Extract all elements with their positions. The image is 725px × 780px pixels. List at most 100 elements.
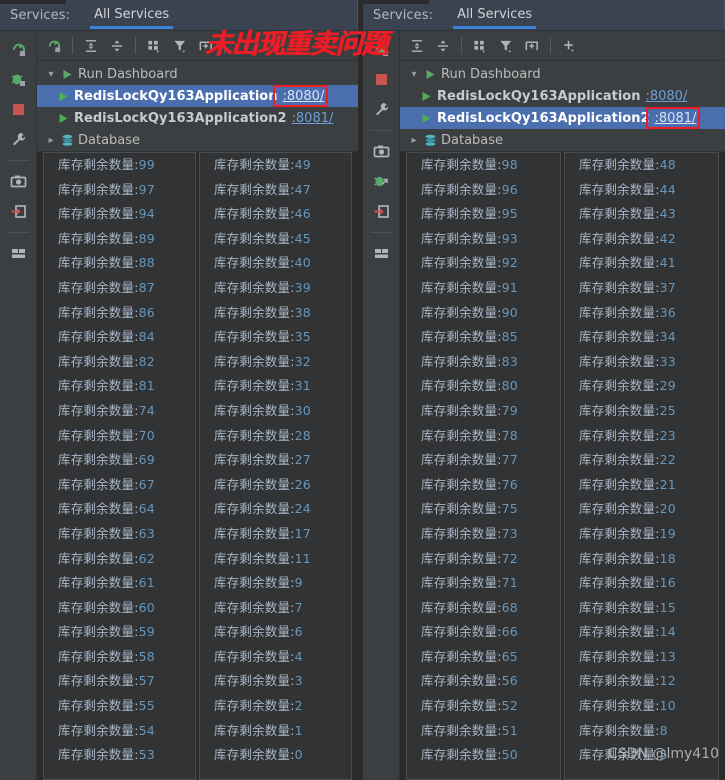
tree-node-database[interactable]: ▸ Database <box>400 129 725 151</box>
chevron-down-icon[interactable]: ▾ <box>43 69 59 80</box>
services-panel-left: Services: All Services ▾ Run Dashboard R… <box>0 0 358 780</box>
tab-all-services[interactable]: All Services <box>453 1 537 29</box>
log-line: 库存剩余数量:3 <box>200 669 351 694</box>
tree-node-application-2[interactable]: RedisLockQy163Application2 :8081/ <box>400 106 725 129</box>
log-line: 库存剩余数量:59 <box>44 620 195 645</box>
log-value: 51 <box>501 722 518 738</box>
log-line: 库存剩余数量:71 <box>407 571 560 596</box>
group-by-icon[interactable] <box>467 33 493 59</box>
stop-icon[interactable] <box>3 95 33 124</box>
log-prefix: 库存剩余数量 <box>421 181 498 197</box>
rail-divider <box>6 160 30 161</box>
expand-all-icon[interactable] <box>404 33 430 59</box>
stop-icon[interactable] <box>366 65 396 94</box>
log-line: 库存剩余数量:66 <box>407 620 560 645</box>
application-port-link[interactable]: :8080/ <box>282 89 324 104</box>
panel-content-right: ▾ Run Dashboard RedisLockQy163Applicatio… <box>400 31 725 780</box>
log-value: 25 <box>659 402 676 418</box>
log-value: 89 <box>138 230 155 246</box>
log-value: 60 <box>138 599 155 615</box>
log-value: 57 <box>138 673 155 689</box>
tree-node-application-1[interactable]: RedisLockQy163Application :8080/ <box>37 84 358 107</box>
export-icon[interactable] <box>3 197 33 226</box>
expand-all-icon[interactable] <box>78 33 104 59</box>
console-column-1[interactable]: 库存剩余数量:98 库存剩余数量:96 库存剩余数量:95 库存剩余数量:93 库存剩余… <box>406 152 561 780</box>
rerun-icon[interactable] <box>3 35 33 64</box>
tree-node-run-dashboard[interactable]: ▾ Run Dashboard <box>400 63 725 85</box>
log-line: 库存剩余数量:27 <box>200 448 351 473</box>
log-prefix: 库存剩余数量 <box>579 329 656 345</box>
tree-node-application-2[interactable]: RedisLockQy163Application2 :8081/ <box>37 107 358 129</box>
tab-all-services[interactable]: All Services <box>90 1 174 29</box>
chevron-right-icon[interactable]: ▸ <box>43 135 59 146</box>
log-line: 库存剩余数量:86 <box>44 301 195 326</box>
log-value: 41 <box>659 255 676 271</box>
log-prefix: 库存剩余数量 <box>421 624 498 640</box>
log-prefix: 库存剩余数量 <box>421 230 498 246</box>
log-line: 库存剩余数量:29 <box>565 374 718 399</box>
log-prefix: 库存剩余数量 <box>214 181 291 197</box>
collapse-all-icon[interactable] <box>430 33 456 59</box>
console-right-gutter <box>719 152 725 780</box>
chevron-down-icon[interactable]: ▾ <box>406 69 422 80</box>
console-column-2[interactable]: 库存剩余数量:49 库存剩余数量:47 库存剩余数量:46 库存剩余数量:45 库存剩余… <box>199 152 352 780</box>
tab-all-services-label: All Services <box>94 7 170 22</box>
chevron-right-icon[interactable]: ▸ <box>406 135 422 146</box>
log-value: 78 <box>501 427 518 443</box>
tree-node-run-dashboard[interactable]: ▾ Run Dashboard <box>37 63 358 85</box>
plus-icon[interactable] <box>556 33 582 59</box>
run-icon <box>55 91 71 102</box>
layout-icon[interactable] <box>3 239 33 268</box>
camera-icon[interactable] <box>3 167 33 196</box>
layout-icon[interactable] <box>366 239 396 268</box>
log-prefix: 库存剩余数量 <box>421 255 498 271</box>
log-prefix: 库存剩余数量 <box>214 698 291 714</box>
tree-node-database[interactable]: ▸ Database <box>37 129 358 151</box>
log-prefix: 库存剩余数量 <box>58 255 135 271</box>
tree-node-application-1[interactable]: RedisLockQy163Application :8080/ <box>400 85 725 107</box>
console-column-2[interactable]: 库存剩余数量:48 库存剩余数量:44 库存剩余数量:43 库存剩余数量:42 库存剩余… <box>564 152 719 780</box>
log-line: 库存剩余数量:40 <box>200 251 351 276</box>
toolbar-divider <box>461 37 462 54</box>
settings-wrench-icon[interactable] <box>3 125 33 154</box>
log-prefix: 库存剩余数量 <box>421 747 498 763</box>
collapse-all-icon[interactable] <box>104 33 130 59</box>
rerun-icon[interactable] <box>41 33 67 59</box>
log-line: 库存剩余数量:28 <box>200 424 351 449</box>
export-icon[interactable] <box>366 197 396 226</box>
application-port-link[interactable]: :8081/ <box>292 111 334 126</box>
log-value: 29 <box>659 378 676 394</box>
filter-icon[interactable] <box>167 33 193 59</box>
log-prefix: 库存剩余数量 <box>214 452 291 468</box>
application-port-link[interactable]: :8081/ <box>655 111 697 126</box>
log-prefix: 库存剩余数量 <box>421 525 498 541</box>
log-value: 9 <box>294 575 303 591</box>
log-value: 61 <box>138 575 155 591</box>
tree-node-label: Database <box>78 132 141 148</box>
log-prefix: 库存剩余数量 <box>579 452 656 468</box>
settings-wrench-icon[interactable] <box>366 95 396 124</box>
group-by-icon[interactable] <box>141 33 167 59</box>
log-value: 48 <box>659 157 676 172</box>
log-value: 54 <box>138 722 155 738</box>
application-port-link[interactable]: :8080/ <box>645 89 687 104</box>
debug-attach-icon[interactable] <box>366 167 396 196</box>
camera-icon[interactable] <box>366 137 396 166</box>
tool-rail-right <box>363 31 400 780</box>
rail-divider <box>369 130 393 131</box>
debug-icon[interactable] <box>3 65 33 94</box>
log-value: 2 <box>294 698 303 714</box>
red-annotation-text: 未出现重卖问题 <box>205 29 388 60</box>
log-prefix: 库存剩余数量 <box>214 255 291 271</box>
log-line: 库存剩余数量:72 <box>407 547 560 572</box>
log-prefix: 库存剩余数量 <box>214 501 291 517</box>
log-value: 91 <box>501 279 518 295</box>
log-value: 42 <box>659 230 676 246</box>
log-line: 库存剩余数量:12 <box>565 669 718 694</box>
add-tab-icon[interactable] <box>519 33 545 59</box>
filter-icon[interactable] <box>493 33 519 59</box>
console-column-1[interactable]: 库存剩余数量:99 库存剩余数量:97 库存剩余数量:94 库存剩余数量:89 库存剩余… <box>43 152 196 780</box>
log-value: 23 <box>659 427 676 443</box>
log-value: 67 <box>138 476 155 492</box>
log-prefix: 库存剩余数量 <box>579 525 656 541</box>
